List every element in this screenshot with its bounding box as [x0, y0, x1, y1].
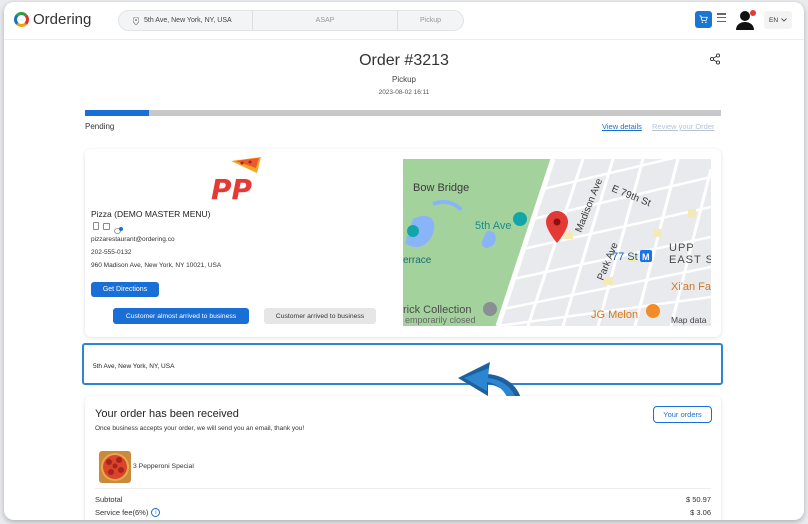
- location-pin-icon: [133, 16, 139, 25]
- hamburger-menu-icon[interactable]: [717, 13, 726, 22]
- map-label: JG Melon: [591, 309, 638, 321]
- map-label: 5th Ave: [475, 220, 512, 232]
- business-logo: PP: [209, 157, 265, 206]
- your-orders-button[interactable]: Your orders: [653, 406, 712, 423]
- customer-almost-arrived-button[interactable]: Customer almost arrived to business: [113, 308, 249, 324]
- order-mode-selector[interactable]: Pickup: [398, 11, 463, 30]
- map-poi-marker: [646, 304, 660, 318]
- subtotal-label: Subtotal: [95, 495, 123, 504]
- service-fee-label: Service fee(6%): [95, 508, 149, 517]
- address-selector[interactable]: 5th Ave, New York, NY, USA: [119, 11, 253, 30]
- qr-icon[interactable]: [103, 222, 110, 230]
- info-icon[interactable]: i: [151, 508, 161, 517]
- order-date: 2023-08-02 16:11: [378, 89, 430, 96]
- divider: [95, 488, 711, 489]
- subtotal-value: $ 50.97: [685, 495, 711, 504]
- map-label: EAST S: [669, 254, 711, 266]
- customer-address-box: 5th Ave, New York, NY, USA: [82, 343, 723, 385]
- business-card: PP Pizza (DEMO MASTER MENU) pizzarestaur…: [85, 149, 721, 337]
- progress-fill: [85, 110, 149, 116]
- order-title: Order #3213: [359, 52, 449, 69]
- map-label: Map data: [671, 315, 707, 325]
- language-code: EN: [768, 16, 779, 24]
- user-avatar[interactable]: [735, 9, 757, 31]
- map-label: emporarily closed: [405, 315, 476, 325]
- map-label: M: [642, 252, 650, 262]
- address-text: 5th Ave, New York, NY, USA: [144, 17, 232, 24]
- app-window: Ordering 5th Ave, New York, NY, USA ASAP…: [4, 2, 804, 520]
- map-poi-marker: [513, 212, 527, 226]
- map-label: errace: [403, 255, 432, 266]
- view-details-link[interactable]: View details: [602, 122, 642, 131]
- customer-address: 5th Ave, New York, NY, USA: [93, 363, 175, 370]
- business-logo-text: PP: [211, 173, 253, 205]
- map-poi-marker: [483, 302, 497, 316]
- service-fee-value: $ 3.06: [690, 508, 711, 517]
- user-icon: [736, 10, 756, 30]
- chat-icon[interactable]: [114, 222, 123, 234]
- received-title: Your order has been received: [95, 408, 239, 420]
- review-order-link[interactable]: Review your Order: [652, 122, 715, 131]
- brand-logo[interactable]: Ordering: [14, 11, 91, 28]
- business-phone: 202-555-0132: [91, 249, 132, 256]
- logo-ring-icon: [14, 12, 29, 27]
- share-icon[interactable]: [709, 52, 721, 65]
- map-label: UPP: [669, 242, 695, 254]
- business-name: Pizza (DEMO MASTER MENU): [91, 209, 211, 219]
- order-progress-bar: [85, 110, 721, 116]
- map-poi-marker: [407, 225, 419, 237]
- map-label: Xi'an Fa: [671, 281, 711, 293]
- product-image: [99, 451, 131, 483]
- business-email: pizzarestaurant@ordering.co: [91, 236, 175, 243]
- chevron-down-icon: [781, 18, 787, 22]
- cart-button[interactable]: [695, 11, 712, 28]
- received-subtitle: Once business accepts your order, we wil…: [95, 425, 305, 432]
- order-status: Pending: [85, 122, 115, 131]
- business-contact-icons: [93, 222, 123, 234]
- map-label: Bow Bridge: [413, 182, 469, 194]
- business-map[interactable]: Bow Bridge 5th Ave Madison Ave E 79th St…: [403, 159, 711, 326]
- service-fee-label-group: Service fee(6%) i: [95, 508, 161, 517]
- business-address: 960 Madison Ave, New York, NY 10021, USA: [91, 262, 222, 269]
- product-name: 3 Pepperoni Special: [133, 463, 194, 470]
- search-bar[interactable]: 5th Ave, New York, NY, USA ASAP Pickup: [118, 10, 464, 31]
- time-selector[interactable]: ASAP: [253, 11, 398, 30]
- get-directions-button[interactable]: Get Directions: [91, 282, 159, 297]
- language-selector[interactable]: EN: [764, 11, 792, 29]
- top-header: Ordering 5th Ave, New York, NY, USA ASAP…: [4, 2, 804, 40]
- brand-name: Ordering: [33, 11, 92, 28]
- cart-icon: [699, 15, 708, 24]
- order-received-card: Your order has been received Once busine…: [85, 396, 721, 520]
- order-delivery-type: Pickup: [391, 75, 416, 84]
- phone-icon[interactable]: [93, 222, 99, 230]
- customer-arrived-button[interactable]: Customer arrived to business: [264, 308, 376, 324]
